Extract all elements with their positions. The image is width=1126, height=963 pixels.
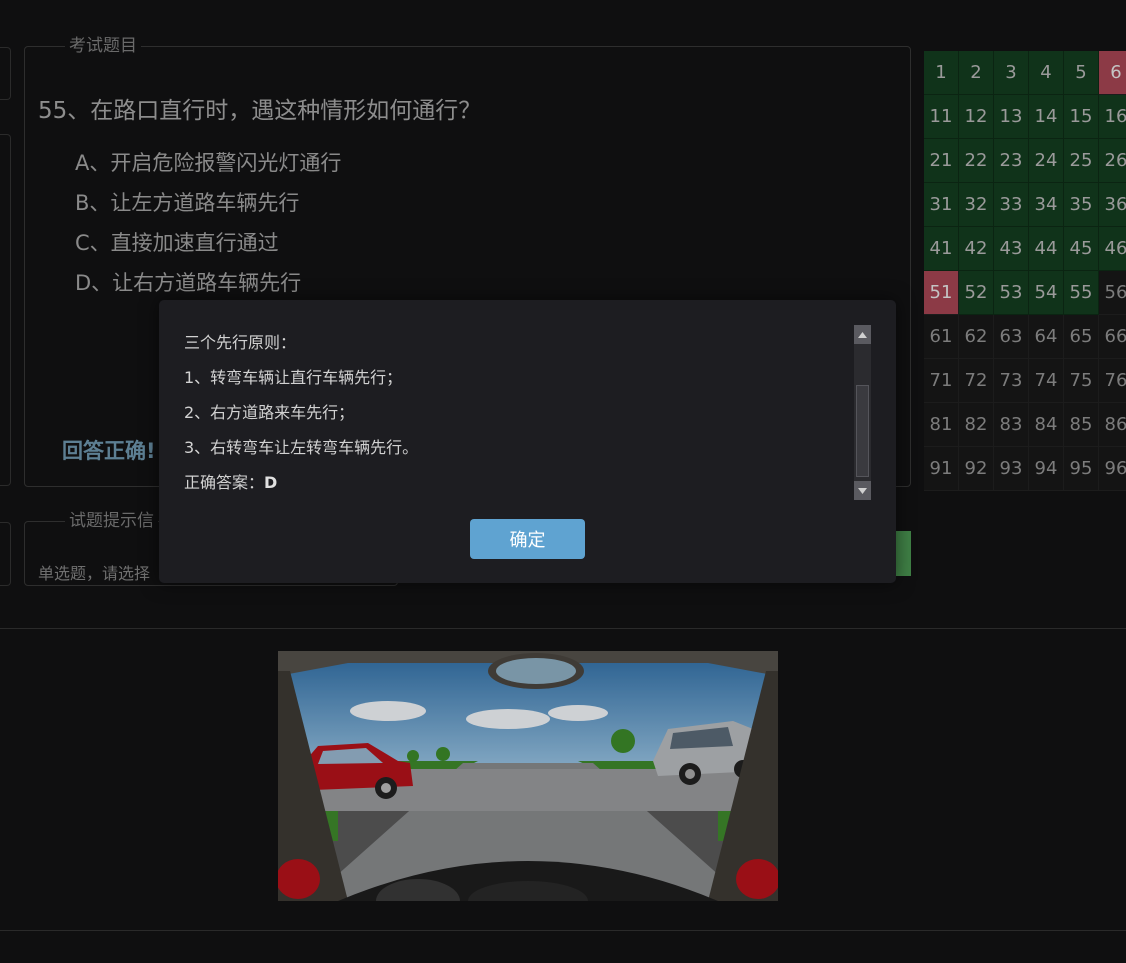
question-number-cell[interactable]: 65: [1064, 315, 1099, 359]
scroll-down-arrow-icon[interactable]: [854, 481, 871, 500]
question-number-cell[interactable]: 22: [959, 139, 994, 183]
question-number-cell[interactable]: 31: [924, 183, 959, 227]
question-panel-title: 考试题目: [69, 36, 137, 56]
question-number-cell[interactable]: 1: [924, 51, 959, 95]
question-number-cell[interactable]: 24: [1029, 139, 1064, 183]
scroll-up-arrow-icon[interactable]: [854, 325, 871, 344]
question-number-cell[interactable]: 81: [924, 403, 959, 447]
question-number-cell[interactable]: 73: [994, 359, 1029, 403]
question-number-cell[interactable]: 2: [959, 51, 994, 95]
question-number-cell[interactable]: 76: [1099, 359, 1126, 403]
correct-answer-label: 正确答案：: [184, 473, 265, 492]
intersection-scene-image: [278, 651, 778, 901]
question-number-cell[interactable]: 21: [924, 139, 959, 183]
question-number-cell[interactable]: 11: [924, 95, 959, 139]
question-number-grid: 1 2 3 4 5 6 11 12 13 14 15 16 21 22 23 24 25 26 31 32 33 34 35…: [924, 51, 1126, 491]
left-panel-stub-bottom: [0, 522, 11, 586]
question-number-cell[interactable]: 12: [959, 95, 994, 139]
question-number-cell[interactable]: 66: [1099, 315, 1126, 359]
question-number-cell[interactable]: 63: [994, 315, 1029, 359]
answer-options: A、开启危险报警闪光灯通行 B、让左方道路车辆先行 C、直接加速直行通过 D、让…: [75, 149, 341, 309]
explanation-rule-2: 2、右方道路来车先行；: [184, 403, 355, 422]
question-number-cell[interactable]: 42: [959, 227, 994, 271]
question-number-cell[interactable]: 91: [924, 447, 959, 491]
question-number-cell[interactable]: 4: [1029, 51, 1064, 95]
question-number-cell[interactable]: 83: [994, 403, 1029, 447]
question-number-cell[interactable]: 13: [994, 95, 1029, 139]
question-number-cell[interactable]: 44: [1029, 227, 1064, 271]
option-b[interactable]: B、让左方道路车辆先行: [75, 189, 341, 229]
question-number-cell[interactable]: 51: [924, 271, 959, 315]
hint-panel-title: 试题提示信: [69, 511, 154, 531]
question-number-cell[interactable]: 15: [1064, 95, 1099, 139]
hint-text: 单选题，请选择: [38, 564, 151, 583]
question-number-cell[interactable]: 34: [1029, 183, 1064, 227]
question-number-cell[interactable]: 36: [1099, 183, 1126, 227]
question-number-cell[interactable]: 85: [1064, 403, 1099, 447]
option-c[interactable]: C、直接加速直行通过: [75, 229, 341, 269]
explanation-scrollbar[interactable]: [854, 325, 871, 500]
question-number-cell[interactable]: 46: [1099, 227, 1126, 271]
question-number-cell[interactable]: 6: [1099, 51, 1126, 95]
explanation-heading: 三个先行原则：: [184, 333, 297, 352]
question-number-cell[interactable]: 74: [1029, 359, 1064, 403]
question-number-cell[interactable]: 3: [994, 51, 1029, 95]
question-number-cell[interactable]: 14: [1029, 95, 1064, 139]
question-number-cell[interactable]: 82: [959, 403, 994, 447]
left-panel-stub-top: [0, 47, 11, 100]
question-number-cell[interactable]: 75: [1064, 359, 1099, 403]
question-number-cell[interactable]: 84: [1029, 403, 1064, 447]
question-number-cell[interactable]: 32: [959, 183, 994, 227]
question-number-cell[interactable]: 92: [959, 447, 994, 491]
question-number-cell[interactable]: 16: [1099, 95, 1126, 139]
option-a[interactable]: A、开启危险报警闪光灯通行: [75, 149, 341, 189]
question-number-cell[interactable]: 41: [924, 227, 959, 271]
question-number-cell[interactable]: 52: [959, 271, 994, 315]
confirm-button[interactable]: 确定: [470, 519, 585, 559]
question-number-cell[interactable]: 55: [1064, 271, 1099, 315]
question-title: 55、在路口直行时，遇这种情形如何通行？: [38, 98, 482, 124]
question-number-cell[interactable]: 71: [924, 359, 959, 403]
explanation-rule-3: 3、右转弯车让左转弯车辆先行。: [184, 438, 419, 457]
left-panel-stub-middle: [0, 134, 11, 486]
exam-page: 考试题目 55、在路口直行时，遇这种情形如何通行？ A、开启危险报警闪光灯通行 …: [0, 0, 1126, 963]
question-number-cell[interactable]: 43: [994, 227, 1029, 271]
explanation-rule-1: 1、转弯车辆让直行车辆先行；: [184, 368, 403, 387]
question-number-cell[interactable]: 35: [1064, 183, 1099, 227]
question-number-cell[interactable]: 26: [1099, 139, 1126, 183]
scrollbar-thumb[interactable]: [856, 385, 869, 477]
question-number-cell[interactable]: 93: [994, 447, 1029, 491]
question-number-cell[interactable]: 72: [959, 359, 994, 403]
answer-feedback: 回答正确!: [62, 439, 156, 463]
question-number-cell[interactable]: 64: [1029, 315, 1064, 359]
question-number-cell[interactable]: 23: [994, 139, 1029, 183]
divider-bottom: [0, 930, 1126, 931]
explanation-dialog: 三个先行原则： 1、转弯车辆让直行车辆先行； 2、右方道路来车先行； 3、右转弯…: [159, 300, 896, 583]
question-number-cell[interactable]: 56: [1099, 271, 1126, 315]
question-number-cell[interactable]: 96: [1099, 447, 1126, 491]
question-number-cell[interactable]: 53: [994, 271, 1029, 315]
question-number-cell[interactable]: 61: [924, 315, 959, 359]
question-number-cell[interactable]: 25: [1064, 139, 1099, 183]
question-number-cell[interactable]: 86: [1099, 403, 1126, 447]
question-number-cell[interactable]: 33: [994, 183, 1029, 227]
question-illustration: [278, 651, 778, 901]
question-number-cell[interactable]: 45: [1064, 227, 1099, 271]
question-number-cell[interactable]: 54: [1029, 271, 1064, 315]
explanation-content: 三个先行原则： 1、转弯车辆让直行车辆先行； 2、右方道路来车先行； 3、右转弯…: [184, 328, 844, 503]
question-number-cell[interactable]: 62: [959, 315, 994, 359]
correct-answer-row: 正确答案：D: [184, 468, 844, 503]
correct-answer-value: D: [264, 473, 278, 492]
question-number-cell[interactable]: 94: [1029, 447, 1064, 491]
question-number-cell[interactable]: 5: [1064, 51, 1099, 95]
question-number-cell[interactable]: 95: [1064, 447, 1099, 491]
divider-top: [0, 628, 1126, 629]
